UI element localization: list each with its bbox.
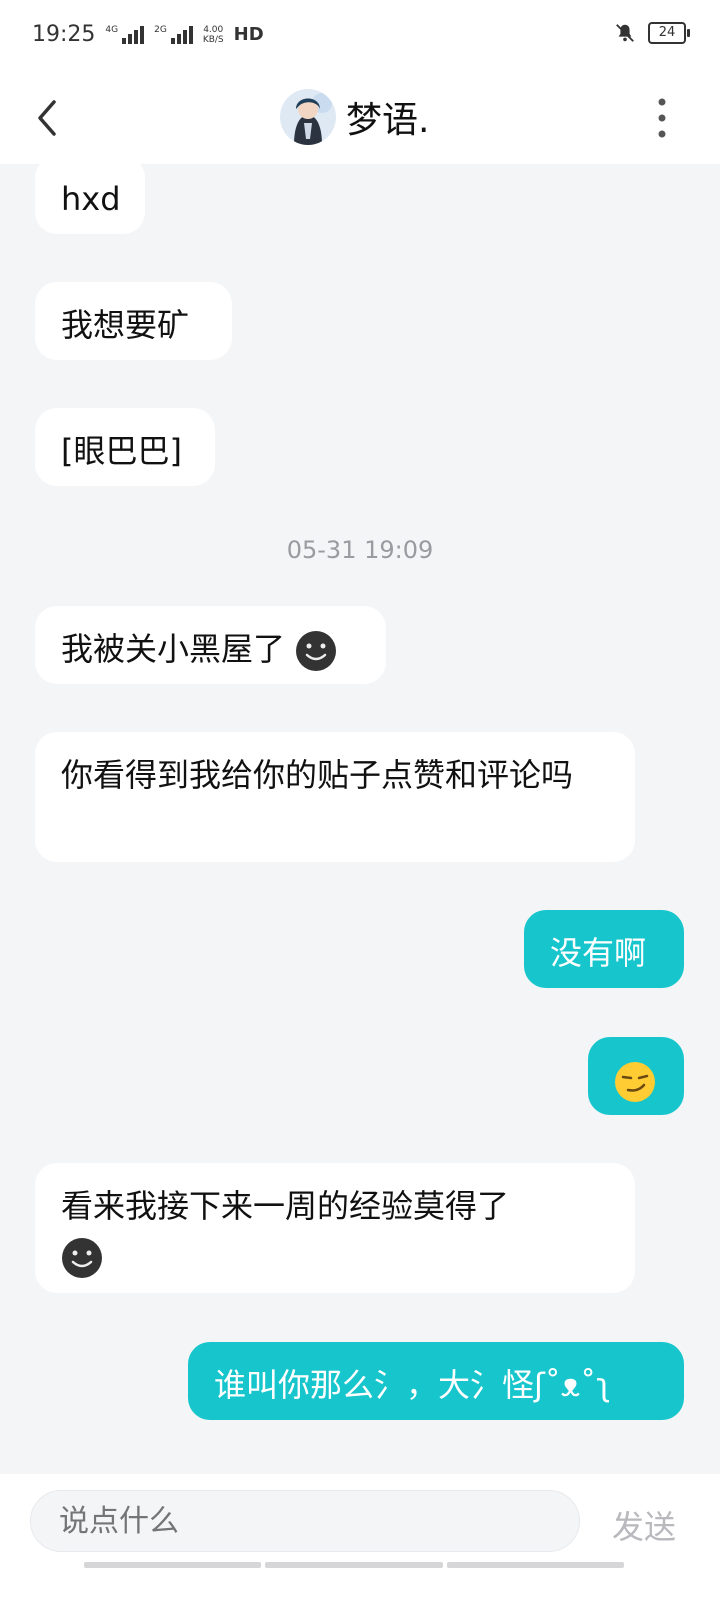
message-text: 你看得到我给你的贴子点赞和评论吗 [61,756,574,794]
message-bubble-incoming[interactable]: 看来我接下来一周的经验莫得了 [35,1163,635,1293]
bell-muted-icon [616,24,634,42]
message-bubble-outgoing[interactable]: 谁叫你那么氵，大氵怪ʃ˚ᴥ˚ʅ [188,1342,684,1420]
message-bubble-incoming[interactable]: 我想要矿 [35,282,232,360]
dark-smiley-emoji [62,1238,102,1278]
message-text: [眼巴巴] [61,432,182,470]
message-text: 我想要矿 [61,306,190,344]
message-text: 看来我接下来一周的经验莫得了 [61,1187,510,1225]
dark-smiley-emoji [296,631,337,671]
message-bubble-incoming[interactable]: hxd [35,164,145,234]
avatar[interactable] [280,89,336,145]
status-left: 19:25 4G 2G 4.00 KB/S HD [32,22,264,47]
message-bubble-incoming[interactable]: 你看得到我给你的贴子点赞和评论吗 [35,732,635,862]
network-speed: 4.00 KB/S [202,24,224,45]
chat-title: 梦语. [346,100,430,141]
status-right: 24 [614,22,690,44]
send-button[interactable]: 发送 [612,1502,676,1548]
hd-voice-indicator: HD [233,24,264,45]
message-timestamp: 05-31 19:09 [286,536,434,564]
chat-title-group[interactable]: 梦语. [280,84,429,150]
message-bubble-outgoing[interactable] [588,1037,684,1115]
message-text: 没有啊 [550,934,647,972]
signal-2g-icon: 2G [154,25,193,44]
status-bar: 19:25 4G 2G 4.00 KB/S HD 24 [0,0,720,72]
system-nav-indicator [84,1562,624,1568]
composer-bar: 发送 [0,1474,720,1600]
battery-icon: 24 [648,22,690,44]
message-text: hxd [61,180,121,218]
smirk-emoji [615,1062,655,1102]
chevron-left-icon[interactable] [30,94,70,142]
message-text: 我被关小黑屋了 [61,630,286,668]
message-list[interactable]: hxd 我想要矿 [眼巴巴] 05-31 19:09 我被关小黑屋了 你看得到我… [0,164,720,1474]
message-text: 谁叫你那么氵，大氵怪ʃ˚ᴥ˚ʅ [214,1366,611,1404]
more-vertical-icon[interactable] [650,96,674,140]
signal-4g-icon: 4G [105,25,145,44]
status-time: 19:25 [32,22,96,47]
message-bubble-incoming[interactable]: [眼巴巴] [35,408,215,486]
message-bubble-outgoing[interactable]: 没有啊 [524,910,684,988]
chat-header: 梦语. [0,72,720,164]
message-bubble-incoming[interactable]: 我被关小黑屋了 [35,606,386,684]
message-input[interactable] [30,1490,580,1552]
